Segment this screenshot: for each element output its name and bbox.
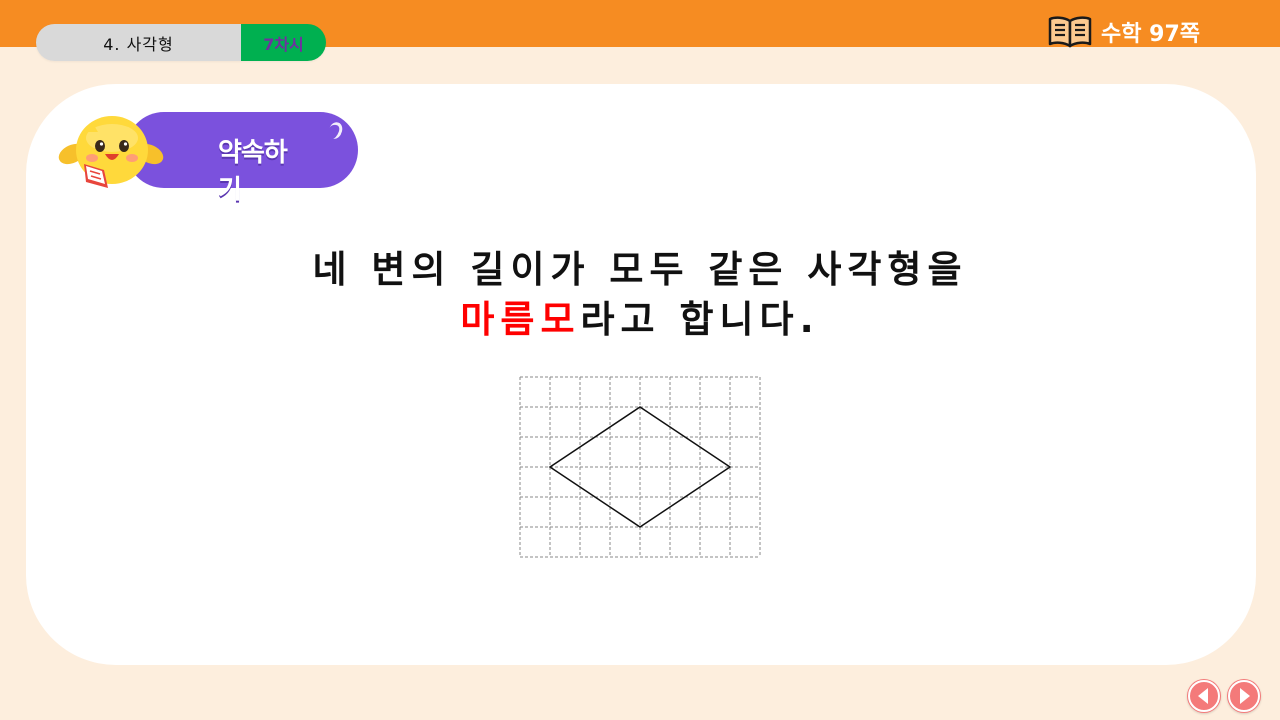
prev-button[interactable] [1187,679,1221,713]
textbook-page: 수학 97쪽 [1101,22,1200,47]
definition-line-1: 네 변의 길이가 모두 같은 사각형을 [312,248,968,291]
next-button[interactable] [1227,679,1261,713]
prev-arrow-icon [1188,680,1220,712]
chick-mascot-icon [56,108,166,192]
definition-line-2-rest: 라고 합니다. [580,298,820,341]
open-book-icon [1047,16,1093,48]
rhombus-figure [519,376,761,558]
textbook-reference: 수학 97쪽 [1047,15,1200,49]
badge-label: 약속하기 [218,138,288,205]
rhombus-grid-svg [519,376,761,558]
term-rhombus: 마름모 [460,298,581,341]
next-arrow-icon [1228,680,1260,712]
lesson-number: 7차시 [241,24,326,61]
chapter-pill: 4. 사각형 7차시 [36,24,326,61]
chapter-title: 4. 사각형 [36,24,241,61]
promise-badge: 약속하기 [56,108,358,205]
definition-text: 네 변의 길이가 모두 같은 사각형을 마름모라고 합니다. [240,245,1040,345]
definition-line-2: 마름모라고 합니다. [240,295,1040,345]
